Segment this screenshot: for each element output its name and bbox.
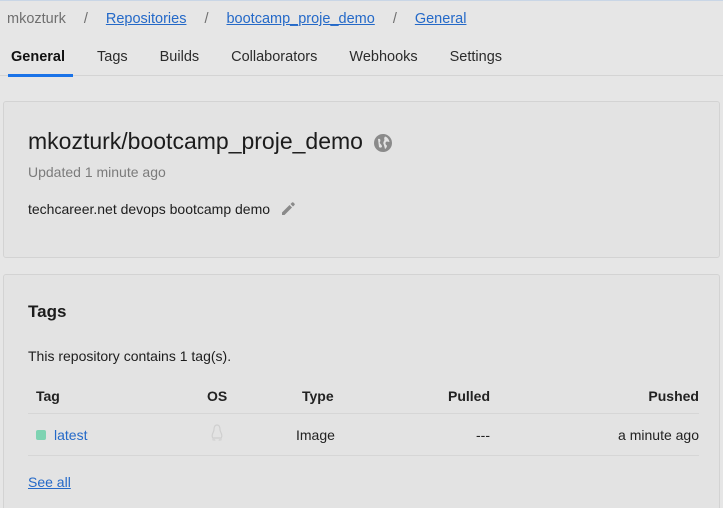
- tab-settings[interactable]: Settings: [450, 46, 502, 76]
- tag-cell: latest: [36, 427, 87, 443]
- linux-icon: [209, 424, 225, 445]
- tag-status-dot: [36, 429, 46, 440]
- type-cell: Image: [296, 426, 335, 443]
- column-header-type: Type: [302, 387, 334, 404]
- tags-heading: Tags: [28, 302, 67, 321]
- breadcrumb-user: mkozturk: [7, 11, 66, 27]
- tab-tags[interactable]: Tags: [97, 46, 128, 76]
- tab-webhooks[interactable]: Webhooks: [349, 46, 417, 76]
- pulled-cell: ---: [476, 426, 490, 443]
- breadcrumb-general-link[interactable]: General: [415, 11, 467, 27]
- tags-card: Tags This repository contains 1 tag(s). …: [3, 274, 720, 508]
- column-header-pushed: Pushed: [648, 387, 699, 404]
- see-all-link[interactable]: See all: [28, 474, 71, 490]
- repo-title-row: mkozturk/bootcamp_proje_demo: [28, 128, 393, 155]
- table-header: Tag OS Type Pulled Pushed: [28, 378, 699, 414]
- table-row: latest Image --- a minute ago: [28, 414, 699, 456]
- column-header-os: OS: [207, 387, 228, 404]
- repo-description: techcareer.net devops bootcamp demo: [28, 201, 271, 217]
- edit-pencil-icon[interactable]: [280, 201, 296, 217]
- repo-tabs: General Tags Builds Collaborators Webhoo…: [0, 46, 723, 77]
- tab-builds[interactable]: Builds: [160, 46, 200, 76]
- description-row: techcareer.net devops bootcamp demo: [28, 201, 296, 217]
- tags-count-text: This repository contains 1 tag(s).: [28, 348, 232, 364]
- tag-link-latest[interactable]: latest: [54, 427, 87, 443]
- breadcrumb-separator: /: [83, 11, 88, 27]
- tags-table: Tag OS Type Pulled Pushed latest Image -…: [28, 378, 699, 456]
- repo-info-card: mkozturk/bootcamp_proje_demo Updated 1 m…: [3, 101, 720, 258]
- pushed-cell: a minute ago: [618, 426, 699, 443]
- breadcrumb-repo-link[interactable]: bootcamp_proje_demo: [226, 11, 374, 27]
- globe-icon: [373, 132, 393, 152]
- column-header-tag: Tag: [36, 387, 60, 404]
- tab-collaborators[interactable]: Collaborators: [231, 46, 317, 76]
- repo-title: mkozturk/bootcamp_proje_demo: [28, 128, 363, 154]
- breadcrumb: mkozturk / Repositories / bootcamp_proje…: [7, 10, 466, 28]
- column-header-pulled: Pulled: [447, 387, 490, 404]
- breadcrumb-separator: /: [392, 11, 397, 27]
- top-border: [0, 0, 723, 1]
- tab-general[interactable]: General: [8, 46, 73, 77]
- updated-timestamp: Updated 1 minute ago: [28, 164, 166, 180]
- breadcrumb-repositories-link[interactable]: Repositories: [106, 11, 187, 27]
- breadcrumb-separator: /: [204, 11, 209, 27]
